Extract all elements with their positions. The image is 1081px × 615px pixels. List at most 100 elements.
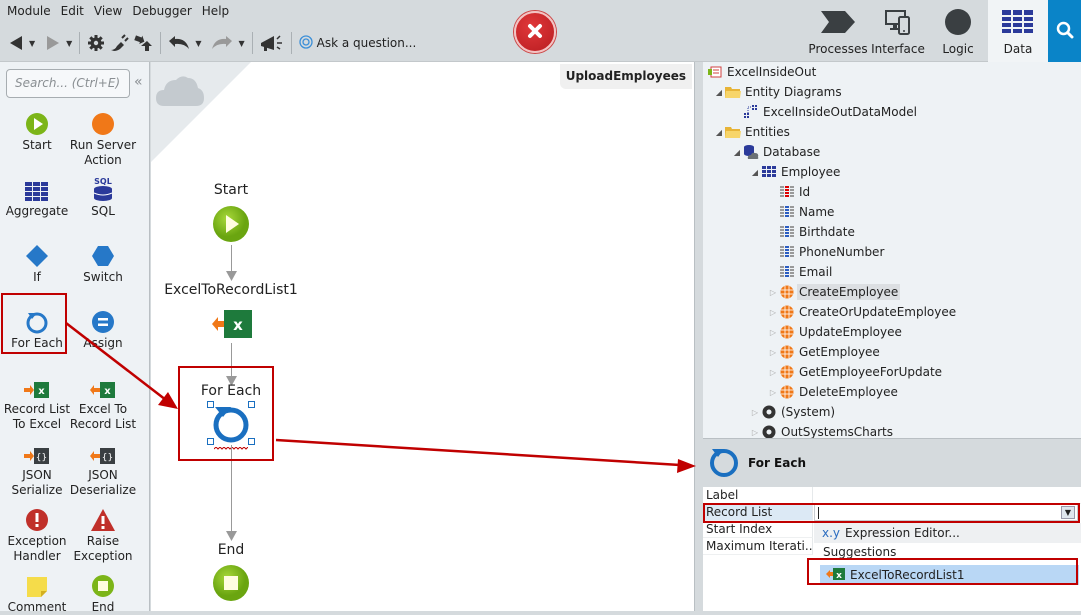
tab-processes[interactable]: Processes [808, 0, 868, 62]
ask-a-question-button[interactable]: Ask a question... [298, 34, 416, 52]
tool-label: Run Server Action [69, 138, 137, 167]
tool-sql[interactable]: SQL SQL [68, 176, 138, 219]
collapse-panel-icon[interactable]: « [134, 74, 143, 90]
excel-to-record-list-node-icon: x [212, 310, 252, 342]
panel-splitter[interactable] [694, 62, 703, 611]
tool-label: SQL [91, 204, 115, 218]
switch-icon [68, 242, 138, 268]
tree-item[interactable]: ExcelInsideOutDataModel [743, 102, 917, 122]
flow-tab-title[interactable]: UploadEmployees [559, 64, 692, 89]
tree-item[interactable]: ▷ OutSystemsCharts [749, 422, 893, 438]
tree-item[interactable]: ◢ Entity Diagrams [713, 82, 842, 102]
end-node[interactable] [212, 564, 250, 605]
tree-item[interactable]: ▷ (System) [749, 402, 835, 422]
forward-icon[interactable] [45, 32, 61, 54]
tool-if[interactable]: If [2, 242, 72, 285]
tree-item[interactable]: Email [767, 262, 832, 282]
collapsed-arrow-icon[interactable]: ▷ [767, 328, 779, 337]
toolbox-search-input[interactable]: Search... (Ctrl+E) [6, 69, 130, 98]
collapsed-arrow-icon[interactable]: ▷ [767, 348, 779, 357]
tool-switch[interactable]: Switch [68, 242, 138, 285]
start-node[interactable] [212, 205, 250, 246]
expression-editor-option[interactable]: x.y Expression Editor... [814, 523, 1081, 543]
tool-label: JSON Serialize [11, 468, 63, 497]
redo-icon[interactable] [211, 32, 233, 54]
settings-gear-icon[interactable] [87, 32, 105, 54]
tree-item[interactable]: ▷ CreateEmployee [767, 282, 901, 302]
expanded-arrow-icon[interactable]: ◢ [713, 128, 725, 137]
highlight-box-record-list [703, 503, 1080, 523]
tree-item[interactable]: ◢ Entities [713, 122, 790, 142]
tree-item[interactable]: ▷ DeleteEmployee [767, 382, 898, 402]
entity-action-icon [779, 304, 795, 320]
tool-json-serialize[interactable]: {} JSON Serialize [2, 440, 72, 498]
search-tab[interactable] [1048, 0, 1081, 62]
tree-item[interactable]: ExcelInsideOut [707, 62, 816, 82]
collapsed-arrow-icon[interactable]: ▷ [767, 308, 779, 317]
tool-json-deserialize[interactable]: {} JSON Deserialize [68, 440, 138, 498]
tool-excel-to-record-list[interactable]: x Excel To Record List [68, 374, 138, 432]
collapsed-arrow-icon[interactable]: ▷ [767, 368, 779, 377]
tree-item[interactable]: Birthdate [767, 222, 855, 242]
flow-canvas[interactable]: UploadEmployees Start ExcelToRecordList1… [151, 62, 694, 611]
undo-dropdown-caret[interactable]: ▼ [195, 39, 201, 48]
server-action-icon [68, 110, 138, 136]
expanded-arrow-icon[interactable]: ◢ [731, 148, 743, 157]
tree-item[interactable]: Id [767, 182, 810, 202]
tree-item[interactable]: ▷ GetEmployeeForUpdate [767, 362, 942, 382]
entity-action-icon [779, 284, 795, 300]
menu-edit[interactable]: Edit [58, 4, 91, 18]
back-dropdown-caret[interactable]: ▼ [29, 39, 35, 48]
menu-debugger[interactable]: Debugger [129, 4, 198, 18]
tree-item[interactable]: ▷ GetEmployee [767, 342, 880, 362]
tool-exception-handler[interactable]: Exception Handler [2, 506, 72, 564]
tree-item[interactable]: ▷ CreateOrUpdateEmployee [767, 302, 956, 322]
forward-dropdown-caret[interactable]: ▼ [66, 39, 72, 48]
json-deserialize-icon: {} [68, 440, 138, 466]
sql-icon: SQL [68, 176, 138, 202]
megaphone-icon[interactable] [260, 32, 284, 54]
attribute-icon [779, 204, 795, 220]
menu-help[interactable]: Help [199, 4, 236, 18]
tab-interface[interactable]: Interface [868, 0, 928, 62]
tree-item[interactable]: ▷ UpdateEmployee [767, 322, 902, 342]
back-icon[interactable] [8, 32, 24, 54]
merge-icon[interactable] [133, 32, 153, 54]
tab-data[interactable]: Data [988, 0, 1048, 62]
tool-run-server-action[interactable]: Run Server Action [68, 110, 138, 168]
publish-plug-icon[interactable] [109, 32, 130, 54]
collapsed-arrow-icon[interactable]: ▷ [749, 428, 761, 437]
tool-assign[interactable]: Assign [68, 308, 138, 351]
tool-start[interactable]: Start [2, 110, 72, 153]
tool-record-list-to-excel[interactable]: x Record List To Excel [2, 374, 72, 432]
error-button[interactable] [514, 11, 556, 53]
tool-raise-exception[interactable]: Raise Exception [68, 506, 138, 564]
tree-item-label: CreateEmployee [797, 284, 901, 300]
prop-maximum-iterations[interactable]: Maximum Iterati... [703, 538, 813, 555]
redo-dropdown-caret[interactable]: ▼ [238, 39, 244, 48]
menu-module[interactable]: Module [4, 4, 58, 18]
prop-label-value[interactable] [814, 487, 1081, 504]
collapsed-arrow-icon[interactable]: ▷ [749, 408, 761, 417]
tree-item[interactable]: ◢ Employee [749, 162, 841, 182]
undo-icon[interactable] [168, 32, 190, 54]
folder-icon [725, 124, 741, 140]
tool-comment[interactable]: Comment [2, 572, 72, 615]
collapsed-arrow-icon[interactable]: ▷ [767, 288, 779, 297]
prop-label: Label [703, 487, 813, 504]
tool-label: Start [22, 138, 52, 152]
excel-to-record-list-node[interactable]: x [212, 309, 252, 342]
prop-start-index[interactable]: Start Index [703, 521, 813, 538]
tree-item[interactable]: ◢ Database [731, 142, 820, 162]
tree-item[interactable]: PhoneNumber [767, 242, 884, 262]
menu-view[interactable]: View [91, 4, 129, 18]
tool-aggregate[interactable]: Aggregate [2, 176, 72, 219]
data-grid-icon [1002, 6, 1034, 38]
collapsed-arrow-icon[interactable]: ▷ [767, 388, 779, 397]
toolbar-separator [79, 32, 81, 54]
tool-end[interactable]: End [68, 572, 138, 615]
tree-item[interactable]: Name [767, 202, 834, 222]
expanded-arrow-icon[interactable]: ◢ [749, 168, 761, 177]
tab-logic[interactable]: Logic [928, 0, 988, 62]
expanded-arrow-icon[interactable]: ◢ [713, 88, 725, 97]
